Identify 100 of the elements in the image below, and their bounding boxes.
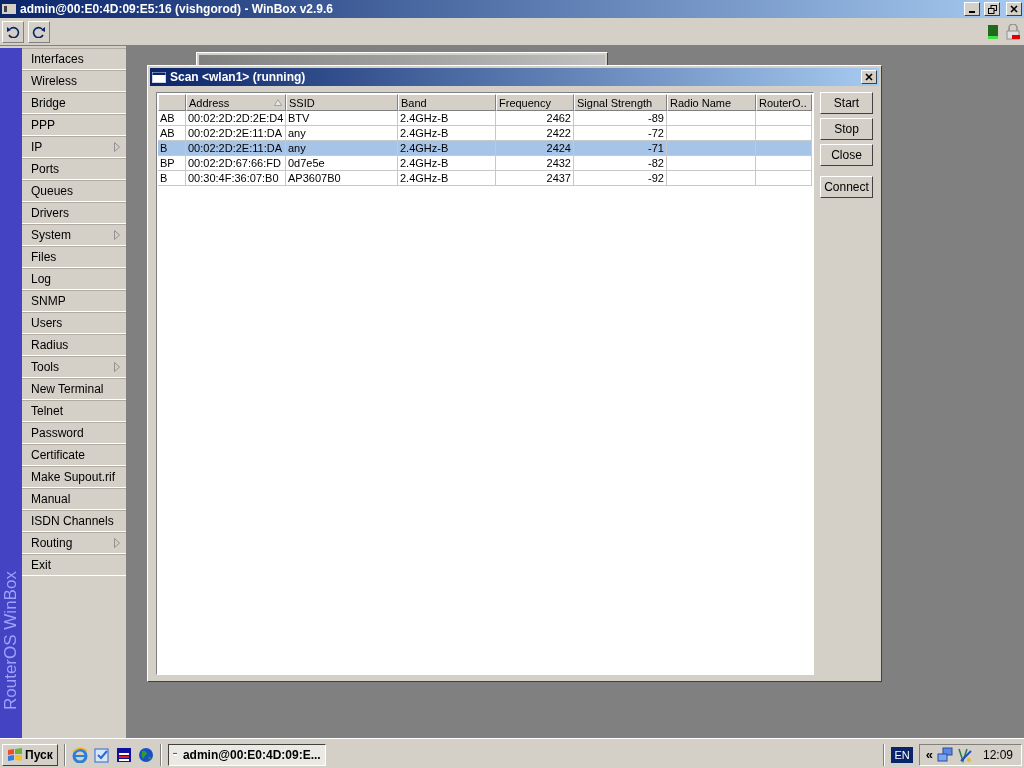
menu-item[interactable]: Telnet [22,400,126,422]
table-cell: 2.4GHz-B [398,171,496,186]
clock: 12:09 [982,747,1013,762]
window-title: Scan <wlan1> (running) [170,70,307,84]
dialog-button[interactable]: Stop [820,118,873,140]
taskbar-task[interactable]: admin@00:E0:4D:09:E... [167,743,326,766]
column-header[interactable]: Band [398,94,496,111]
globe-icon[interactable] [137,746,154,763]
menu-item[interactable]: Log [22,268,126,290]
table-cell: AB [158,111,186,126]
browser-icon[interactable] [71,746,88,763]
close-icon [865,73,873,81]
table-cell: -72 [574,126,667,141]
app-icon [2,4,16,14]
menu-item[interactable]: Certificate [22,444,126,466]
menu-item[interactable]: Drivers [22,202,126,224]
menu-item[interactable]: SNMP [22,290,126,312]
restore-button[interactable] [984,2,1000,16]
table-cell: -71 [574,141,667,156]
close-button[interactable] [861,70,877,84]
table-cell: 2437 [496,171,574,186]
table-cell: 2424 [496,141,574,156]
antenna-icon[interactable] [956,746,973,763]
menu-item[interactable]: Users [22,312,126,334]
redo-icon [32,25,46,38]
lock-icon [1006,23,1020,40]
column-header[interactable]: RouterO.. [756,94,812,111]
status-indicator-icon [988,24,998,39]
window-icon [152,71,166,83]
undo-icon [6,25,20,38]
menu-item[interactable]: Radius [22,334,126,356]
table-cell: any [286,141,398,156]
table-cell: 2432 [496,156,574,171]
table-cell: 00:02:2D:2D:2E:D4 [186,111,286,126]
table-row[interactable]: BP 00:02:2D:67:66:FD 0d7e5e 2.4GHz-B 2432 -82 [158,156,812,171]
table-cell: 2.4GHz-B [398,156,496,171]
menu-item[interactable]: ISDN Channels [22,510,126,532]
table-cell: -89 [574,111,667,126]
restore-icon [987,4,997,14]
menu-item[interactable]: Queues [22,180,126,202]
menu-item[interactable]: Interfaces [22,48,126,70]
table-cell: B [158,141,186,156]
redo-button[interactable] [28,20,50,43]
menu-item[interactable]: IP [22,136,126,158]
language-indicator[interactable]: EN [891,746,913,763]
table-row[interactable]: AB 00:02:2D:2E:11:DA any 2.4GHz-B 2422 -72 [158,126,812,141]
table-cell: 0d7e5e [286,156,398,171]
table-cell: -82 [574,156,667,171]
calendar-icon[interactable] [93,746,110,763]
dialog-button[interactable]: Connect [820,176,873,198]
dialog-button[interactable]: Start [820,92,873,114]
table-cell: AP3607B0 [286,171,398,186]
table-cell: AB [158,126,186,141]
table-cell: 00:02:2D:2E:11:DA [186,126,286,141]
table-row[interactable]: B 00:30:4F:36:07:B0 AP3607B0 2.4GHz-B 2437 -92 [158,171,812,186]
column-header[interactable]: Signal Strength [574,94,667,111]
menu-item[interactable]: PPP [22,114,126,136]
table-cell: 2.4GHz-B [398,111,496,126]
column-header[interactable]: Frequency [496,94,574,111]
column-header[interactable]: Address [186,94,286,111]
table-cell: -92 [574,171,667,186]
windows-logo-icon [7,747,23,762]
table-cell: 00:02:2D:67:66:FD [186,156,286,171]
menu-item[interactable]: Ports [22,158,126,180]
network-icon[interactable] [936,746,953,763]
menu-item[interactable]: Password [22,422,126,444]
table-cell: 2422 [496,126,574,141]
menu-item[interactable]: Files [22,246,126,268]
menu-item[interactable]: Tools [22,356,126,378]
table-cell: BTV [286,111,398,126]
sort-arrow-icon [274,99,282,106]
table-cell: 00:02:2D:2E:11:DA [186,141,286,156]
table-row[interactable]: AB 00:02:2D:2D:2E:D4 BTV 2.4GHz-B 2462 -89 [158,111,812,126]
column-header[interactable] [158,94,186,111]
menu-item[interactable]: Manual [22,488,126,510]
close-button[interactable] [1006,2,1022,16]
menu-item[interactable]: Routing [22,532,126,554]
table-cell: any [286,126,398,141]
minimize-button[interactable] [964,2,980,16]
menu-item[interactable]: Make Supout.rif [22,466,126,488]
save-icon[interactable] [115,746,132,763]
column-header[interactable]: SSID [286,94,398,111]
tray-expand-button[interactable]: « [925,747,933,762]
undo-button[interactable] [2,20,24,43]
menu-item[interactable]: New Terminal [22,378,126,400]
menu-item[interactable]: System [22,224,126,246]
table-cell: 00:30:4F:36:07:B0 [186,171,286,186]
window-title: admin@00:E0:4D:09:E5:16 (vishgorod) - WinBox v2.9.6 [20,2,334,16]
table-cell: 2.4GHz-B [398,141,496,156]
table-cell: B [158,171,186,186]
table-cell: 2462 [496,111,574,126]
close-icon [1010,5,1018,13]
table-cell: 2.4GHz-B [398,126,496,141]
table-row[interactable]: B 00:02:2D:2E:11:DA any 2.4GHz-B 2424 -71 [158,141,812,156]
menu-item[interactable]: Wireless [22,70,126,92]
dialog-button[interactable]: Close [820,144,873,166]
column-header[interactable]: Radio Name [667,94,756,111]
menu-item[interactable]: Bridge [22,92,126,114]
start-button[interactable]: Пуск [2,743,58,766]
menu-item[interactable]: Exit [22,554,126,576]
